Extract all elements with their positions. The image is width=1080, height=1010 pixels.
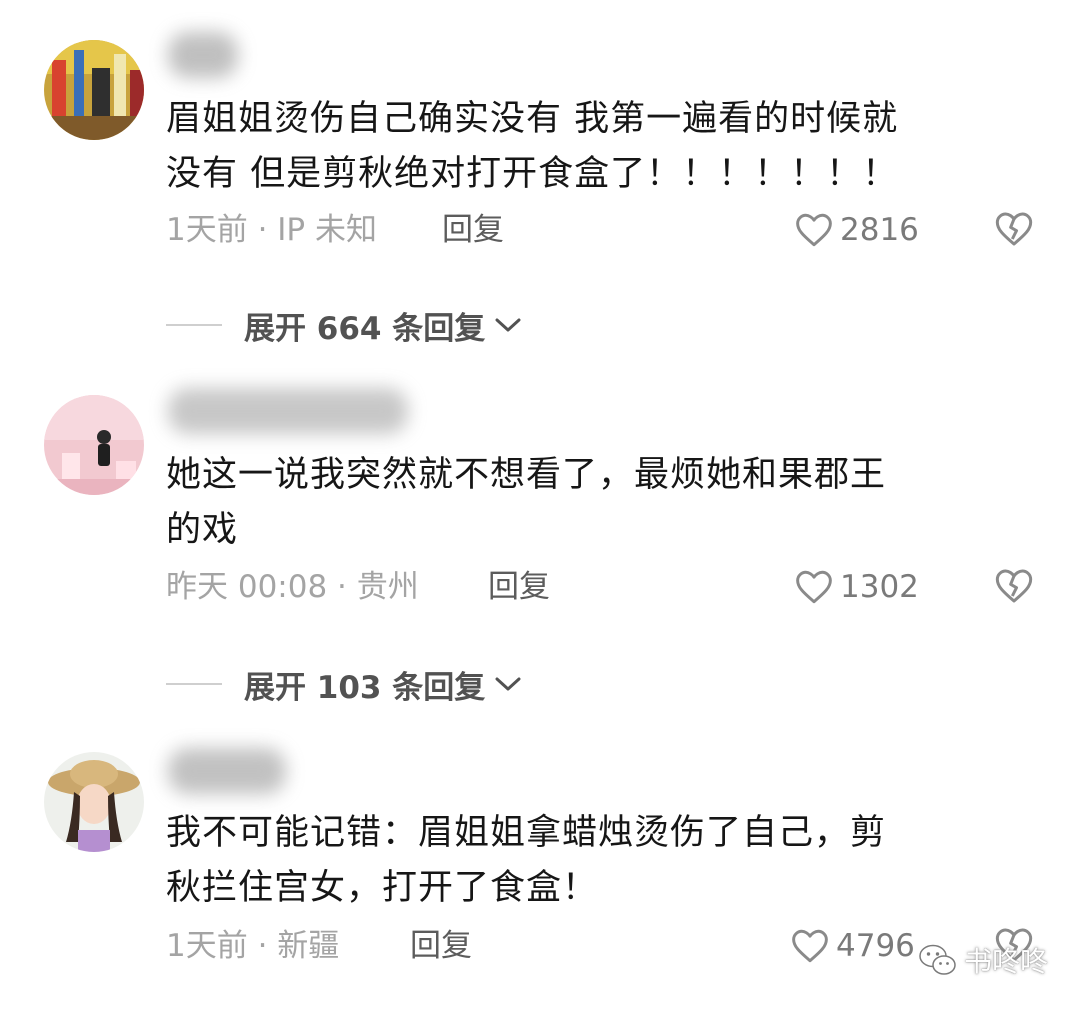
comment-meta: 1天前 · IP 未知 回复 2816	[166, 208, 1046, 252]
watermark: 书咚咚	[918, 940, 1048, 980]
watermark-text: 书咚咚	[964, 945, 1049, 978]
dislike-button[interactable]	[994, 567, 1034, 617]
username-blurred	[168, 748, 286, 794]
like-count: 2816	[840, 212, 919, 248]
comment-time: 昨天 00:08 · 贵州	[166, 569, 419, 605]
comment-time: 1天前 · IP 未知	[166, 212, 377, 248]
expand-replies-button[interactable]: 展开 664 条回复	[166, 303, 523, 347]
expand-replies-label: 展开 664 条回复	[244, 310, 486, 347]
reply-button[interactable]: 回复	[410, 924, 472, 968]
divider-line	[166, 324, 222, 326]
heart-outline-icon	[796, 570, 832, 604]
comment-item: 眉姐姐烫伤自己确实没有 我第一遍看的时候就 没有 但是剪秋绝对打开食盒了！！！！…	[0, 0, 1080, 360]
like-count: 1302	[840, 569, 919, 605]
reply-button[interactable]: 回复	[488, 565, 550, 609]
comment-item: 她这一说我突然就不想看了，最烦她和果郡王 的戏 昨天 00:08 · 贵州 回复…	[0, 360, 1080, 710]
comment-meta: 1天前 · 新疆 回复 4796	[166, 924, 1046, 968]
like-button[interactable]: 2816	[794, 208, 919, 252]
expand-replies-label: 展开 103 条回复	[244, 669, 486, 706]
heart-outline-icon	[796, 213, 832, 247]
reply-button[interactable]: 回复	[442, 208, 504, 252]
divider-line	[166, 683, 222, 685]
heart-outline-icon	[792, 929, 828, 963]
like-button[interactable]: 4796	[790, 924, 915, 968]
broken-heart-icon	[995, 212, 1033, 246]
chevron-down-icon	[495, 318, 521, 332]
comment-text: 她这一说我突然就不想看了，最烦她和果郡王 的戏	[166, 455, 887, 550]
like-count: 4796	[836, 928, 915, 964]
comment-text: 我不可能记错：眉姐姐拿蜡烛烫伤了自己，剪 秋拦住宫女，打开了食盒！	[166, 813, 887, 908]
broken-heart-icon	[995, 569, 1033, 603]
chevron-down-icon	[495, 677, 521, 691]
avatar[interactable]	[44, 752, 144, 852]
comment-text: 眉姐姐烫伤自己确实没有 我第一遍看的时候就 没有 但是剪秋绝对打开食盒了！！！！…	[166, 99, 899, 194]
comment-time: 1天前 · 新疆	[166, 928, 340, 964]
dislike-button[interactable]	[994, 210, 1034, 260]
username-blurred	[168, 388, 408, 434]
expand-replies-button[interactable]: 展开 103 条回复	[166, 662, 523, 706]
comment-meta: 昨天 00:08 · 贵州 回复 1302	[166, 565, 1046, 609]
wechat-icon	[919, 944, 956, 975]
avatar[interactable]	[44, 395, 144, 495]
like-button[interactable]: 1302	[794, 565, 919, 609]
avatar[interactable]	[44, 40, 144, 140]
username-blurred	[168, 32, 238, 78]
